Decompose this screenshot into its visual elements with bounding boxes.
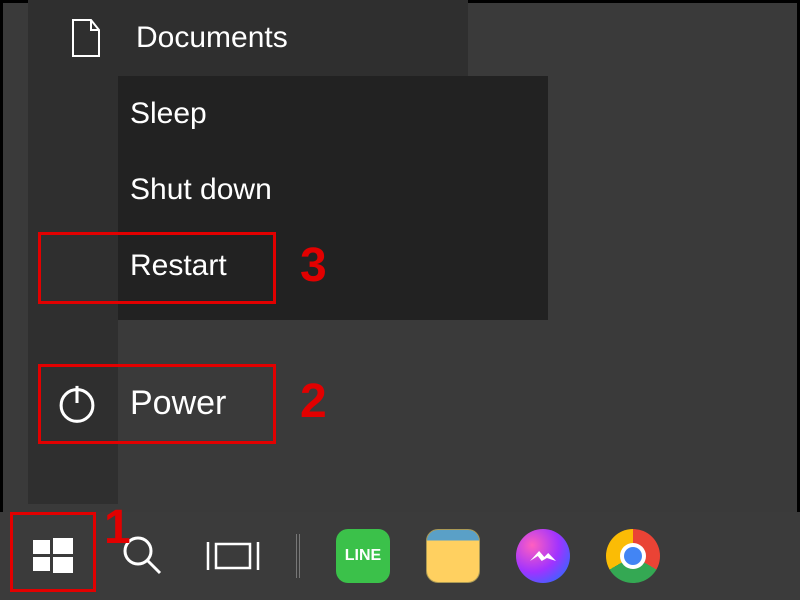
annotation-number-2: 2 xyxy=(300,374,327,429)
file-explorer-icon xyxy=(426,529,480,583)
annotation-number-3: 3 xyxy=(300,238,327,293)
task-view-icon xyxy=(206,536,260,576)
sidebar-item-documents[interactable]: Documents xyxy=(28,0,468,76)
messenger-icon xyxy=(516,529,570,583)
taskbar-app-chrome[interactable] xyxy=(590,516,676,596)
documents-label: Documents xyxy=(136,21,288,55)
taskbar-app-explorer[interactable] xyxy=(410,516,496,596)
document-icon xyxy=(66,18,106,58)
annotation-number-1: 1 xyxy=(104,500,131,555)
shutdown-label: Shut down xyxy=(130,173,272,207)
taskbar-app-line[interactable]: LINE xyxy=(320,516,406,596)
line-app-icon: LINE xyxy=(336,529,390,583)
task-view-button[interactable] xyxy=(190,516,276,596)
annotation-box-2 xyxy=(38,364,276,444)
start-menu-strip: Documents xyxy=(28,0,468,76)
sleep-label: Sleep xyxy=(130,97,207,131)
annotation-box-3 xyxy=(38,232,276,304)
taskbar-separator xyxy=(296,534,300,578)
annotation-box-1 xyxy=(10,512,96,592)
chrome-icon xyxy=(606,529,660,583)
taskbar-app-messenger[interactable] xyxy=(500,516,586,596)
